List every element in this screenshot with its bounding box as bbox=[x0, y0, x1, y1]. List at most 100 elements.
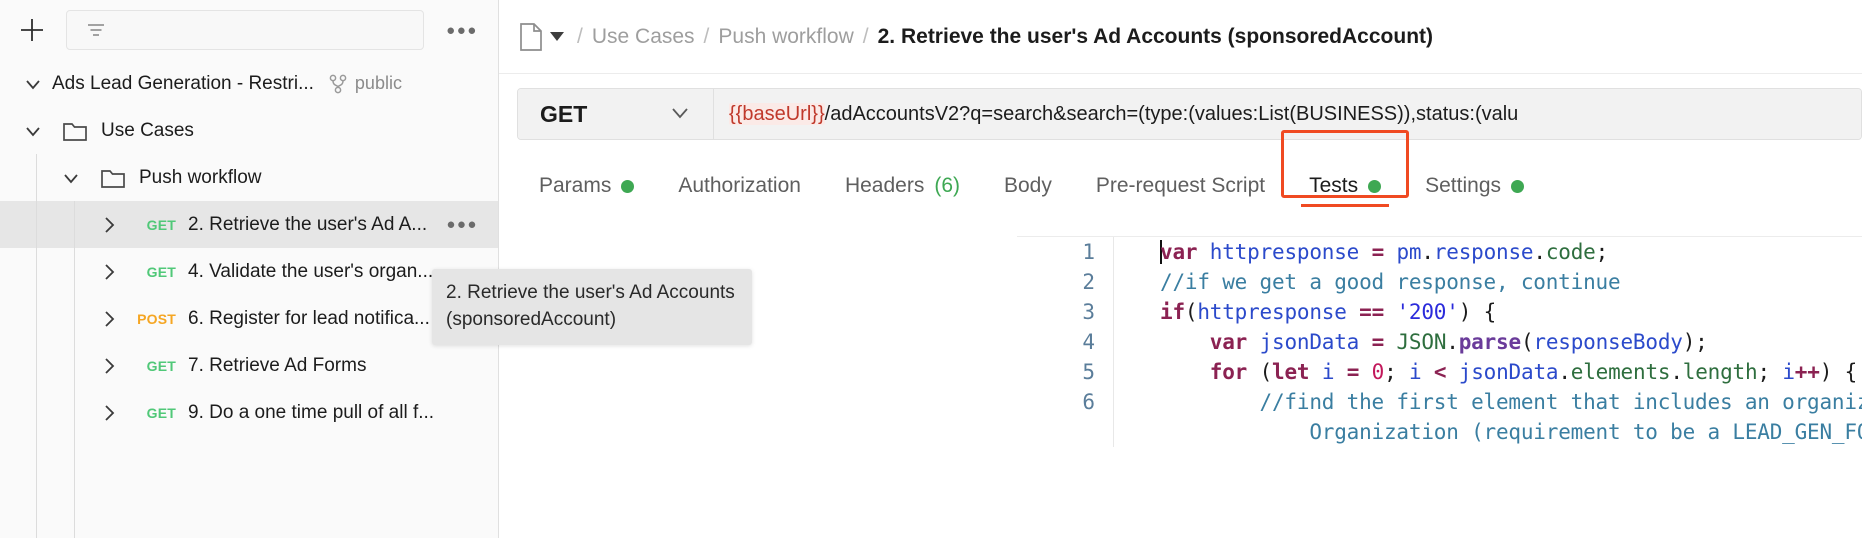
tree-folder-push-workflow[interactable]: Push workflow bbox=[0, 154, 498, 201]
code-token: i bbox=[1321, 360, 1335, 384]
tree-folder-label: Use Cases bbox=[101, 119, 194, 141]
http-method-select[interactable]: GET bbox=[518, 89, 714, 139]
code-token: . bbox=[1446, 330, 1459, 354]
code-line-text[interactable]: if(httpresponse == '200') { bbox=[1114, 300, 1496, 324]
tab-settings[interactable]: Settings bbox=[1403, 174, 1546, 214]
code-line-text[interactable]: //if we get a good response, continue bbox=[1114, 270, 1621, 294]
breadcrumb-item-push-workflow[interactable]: Push workflow bbox=[718, 25, 853, 49]
code-line-text[interactable]: Organization (requirement to be a LEAD_G… bbox=[1114, 420, 1862, 444]
url-text: {{baseUrl}}/adAccountsV2?q=search&search… bbox=[729, 102, 1518, 126]
breadcrumb-item-use-cases[interactable]: Use Cases bbox=[592, 25, 695, 49]
code-token: ( bbox=[1247, 360, 1273, 384]
code-line: 5 for (let i = 0; i < jsonData.elements.… bbox=[1017, 357, 1862, 387]
code-token: < bbox=[1433, 360, 1447, 384]
tree-request-label: 4. Validate the user's organ... bbox=[188, 260, 434, 282]
tab-status-dot-icon bbox=[1511, 179, 1525, 193]
code-token: ( bbox=[1184, 300, 1198, 324]
tests-script-editor[interactable]: 1 var httpresponse = pm.response.code; 2//… bbox=[1017, 236, 1862, 538]
breadcrumb-chevron-down-icon[interactable] bbox=[550, 32, 564, 41]
http-method-value: GET bbox=[540, 100, 588, 127]
request-tabs: Params Authorization Headers (6) Body Pre-req… bbox=[499, 130, 1862, 214]
code-token: 0 bbox=[1371, 360, 1385, 384]
filter-input[interactable] bbox=[66, 10, 424, 50]
code-line-text[interactable]: //find the first element that includes a… bbox=[1114, 390, 1862, 414]
code-token: var bbox=[1209, 330, 1248, 354]
tab-params[interactable]: Params bbox=[517, 174, 656, 214]
collection-visibility: public bbox=[354, 73, 402, 93]
url-bar: GET {{baseUrl}}/adAccountsV2?q=search&se… bbox=[499, 74, 1862, 154]
active-tab-underline bbox=[1301, 204, 1390, 207]
chevron-right-icon[interactable] bbox=[94, 355, 124, 377]
tab-authorization[interactable]: Authorization bbox=[656, 174, 823, 214]
code-token: if bbox=[1160, 300, 1185, 324]
code-line-text[interactable]: var httpresponse = pm.response.code; bbox=[1114, 240, 1608, 264]
tab-pre-request-script[interactable]: Pre-request Script bbox=[1074, 174, 1287, 214]
code-token: ) { bbox=[1458, 300, 1497, 324]
chevron-right-icon[interactable] bbox=[94, 214, 124, 236]
tree-folder-use-cases[interactable]: Use Cases bbox=[0, 107, 498, 154]
code-line: 4 var jsonData = JSON.parse(responseBody… bbox=[1017, 327, 1862, 357]
new-item-button[interactable] bbox=[12, 10, 52, 50]
tree-row-more-actions-button[interactable]: ●●● bbox=[446, 216, 478, 233]
sidebar: ●●● Ads Lead Generation - Restri... publ… bbox=[0, 0, 499, 538]
chevron-right-icon[interactable] bbox=[94, 308, 124, 330]
code-token: ; bbox=[1757, 360, 1783, 384]
code-line: 3 if(httpresponse == '200') { bbox=[1017, 297, 1862, 327]
folder-icon bbox=[100, 166, 126, 190]
tab-label: Headers bbox=[844, 174, 925, 197]
tab-status-dot-icon bbox=[621, 179, 635, 193]
code-token: ; bbox=[1595, 240, 1609, 264]
tree-request-label: 6. Register for lead notifica... bbox=[188, 307, 430, 329]
code-line-text[interactable]: var jsonData = JSON.parse(responseBody); bbox=[1114, 330, 1708, 354]
code-token: httpresponse bbox=[1197, 300, 1347, 324]
code-line: 2 //if we get a good response, continue bbox=[1017, 267, 1862, 297]
chevron-down-icon[interactable] bbox=[18, 73, 48, 95]
chevron-down-icon[interactable] bbox=[56, 167, 86, 189]
plus-icon bbox=[17, 15, 47, 45]
code-token: jsonData bbox=[1259, 330, 1360, 354]
code-token: = bbox=[1371, 330, 1385, 354]
tab-tests[interactable]: Tests bbox=[1287, 174, 1403, 214]
code-token: = bbox=[1371, 240, 1385, 264]
code-token: '200' bbox=[1396, 300, 1459, 324]
tab-count: (6) bbox=[934, 174, 960, 197]
tree-guide-line bbox=[74, 201, 75, 538]
code-line-text[interactable]: for (let i = 0; i < jsonData.elements.le… bbox=[1114, 360, 1857, 384]
filter-icon bbox=[83, 17, 109, 43]
collection-header-row[interactable]: Ads Lead Generation - Restri... public bbox=[0, 60, 498, 107]
sidebar-toolbar: ●●● bbox=[0, 0, 498, 60]
code-token: . bbox=[1421, 240, 1434, 264]
breadcrumb-separator: / bbox=[703, 24, 710, 48]
url-input[interactable]: {{baseUrl}}/adAccountsV2?q=search&search… bbox=[714, 89, 1861, 139]
code-token: ); bbox=[1682, 330, 1708, 354]
tab-body[interactable]: Body bbox=[982, 174, 1074, 214]
chevron-right-icon[interactable] bbox=[94, 402, 124, 424]
tab-headers[interactable]: Headers (6) bbox=[823, 174, 982, 214]
chevron-right-icon[interactable] bbox=[94, 261, 124, 283]
breadcrumb-separator: / bbox=[862, 24, 869, 48]
breadcrumb: / Use Cases / Push workflow / 2. Retriev… bbox=[499, 0, 1862, 74]
code-token: == bbox=[1359, 300, 1385, 324]
code-line-number: 2 bbox=[1082, 270, 1095, 294]
code-line-number: 4 bbox=[1082, 330, 1095, 354]
tab-label: Authorization bbox=[678, 174, 801, 197]
chevron-down-icon[interactable] bbox=[18, 120, 48, 142]
sidebar-more-actions-button[interactable]: ●●● bbox=[442, 10, 482, 50]
code-token: response bbox=[1433, 240, 1534, 264]
request-method-badge: GET bbox=[146, 263, 176, 280]
code-token: length bbox=[1682, 360, 1758, 384]
code-token: Organization (requirement to be a LEAD_G… bbox=[1309, 420, 1862, 444]
